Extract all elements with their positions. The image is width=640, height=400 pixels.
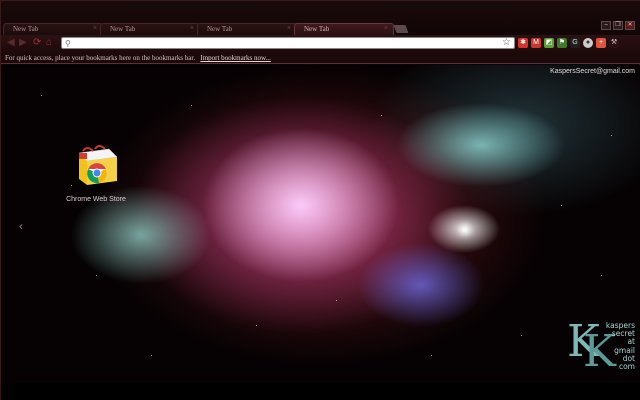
back-icon[interactable]: ◀ — [7, 38, 15, 48]
wrench-icon[interactable]: ⚒ — [609, 38, 619, 48]
minimize-icon[interactable]: – — [601, 21, 611, 30]
close-icon[interactable]: × — [93, 25, 97, 33]
close-window-icon[interactable]: ✕ — [625, 21, 635, 30]
window-controls: – ❐ ✕ — [601, 21, 635, 30]
forward-icon[interactable]: ▶ — [19, 38, 27, 48]
close-icon[interactable]: × — [384, 25, 388, 33]
reload-icon[interactable]: ⟳ — [33, 38, 41, 48]
extension-icons: ✱ M ◩ ⚑ G ● + ⚒ — [518, 38, 619, 48]
restore-icon[interactable]: ❐ — [613, 21, 623, 30]
tab-title: New Tab — [304, 25, 330, 33]
new-tab-button[interactable] — [393, 25, 409, 33]
tab-strip: New Tab × New Tab × New Tab × New Tab × … — [1, 1, 640, 35]
tab-1[interactable]: New Tab × — [3, 23, 103, 35]
tab-title: New Tab — [110, 25, 136, 33]
close-icon[interactable]: × — [287, 25, 291, 33]
bookmarks-bar-message: For quick access, place your bookmarks h… — [5, 54, 271, 62]
logo-text: kaspers secret at gmail dot com — [605, 321, 635, 372]
tab-title: New Tab — [207, 25, 233, 33]
chrome-web-store-icon — [73, 143, 119, 189]
signed-in-user[interactable]: KaspersSecret@gmail.com — [550, 68, 635, 75]
puzzle-icon[interactable]: ✱ — [518, 38, 528, 48]
tab-2[interactable]: New Tab × — [100, 23, 200, 35]
omnibox[interactable]: ⚲ ☆ — [61, 37, 515, 49]
toolbar: ◀ ▶ ⟳ ⌂ ⚲ ☆ ✱ M ◩ ⚑ G ● + ⚒ — [1, 35, 640, 52]
background-theme — [1, 65, 640, 383]
chevron-left-icon[interactable]: ‹ — [19, 219, 23, 233]
tab-title: New Tab — [13, 25, 39, 33]
bookmarks-bar: For quick access, place your bookmarks h… — [1, 52, 640, 64]
evernote-icon[interactable]: ◩ — [544, 38, 554, 48]
search-icon: ⚲ — [65, 39, 71, 48]
omnibox-input[interactable] — [74, 38, 494, 48]
gmail-icon[interactable]: M — [531, 38, 541, 48]
watermark-logo: K K kaspers secret at gmail dot com — [567, 320, 637, 380]
bottom-border — [1, 383, 640, 400]
google-g-icon[interactable]: G — [570, 38, 580, 48]
flag-icon[interactable]: ⚑ — [557, 38, 567, 48]
bookmark-star-icon[interactable]: ☆ — [502, 37, 511, 49]
browser-window: New Tab × New Tab × New Tab × New Tab × … — [0, 0, 640, 400]
bookmarks-hint: For quick access, place your bookmarks h… — [5, 54, 196, 62]
tab-4-active[interactable]: New Tab × — [294, 23, 394, 35]
app-label: Chrome Web Store — [66, 196, 126, 203]
home-icon[interactable]: ⌂ — [46, 38, 52, 48]
close-icon[interactable]: × — [190, 25, 194, 33]
plus-icon[interactable]: + — [596, 38, 606, 48]
tab-3[interactable]: New Tab × — [197, 23, 297, 35]
import-bookmarks-link[interactable]: Import bookmarks now... — [200, 54, 271, 62]
app-tile-chrome-web-store[interactable]: Chrome Web Store — [63, 143, 129, 203]
new-tab-page: KaspersSecret@gmail.com Chrome Web Store… — [1, 65, 640, 383]
circle-icon[interactable]: ● — [583, 38, 593, 48]
